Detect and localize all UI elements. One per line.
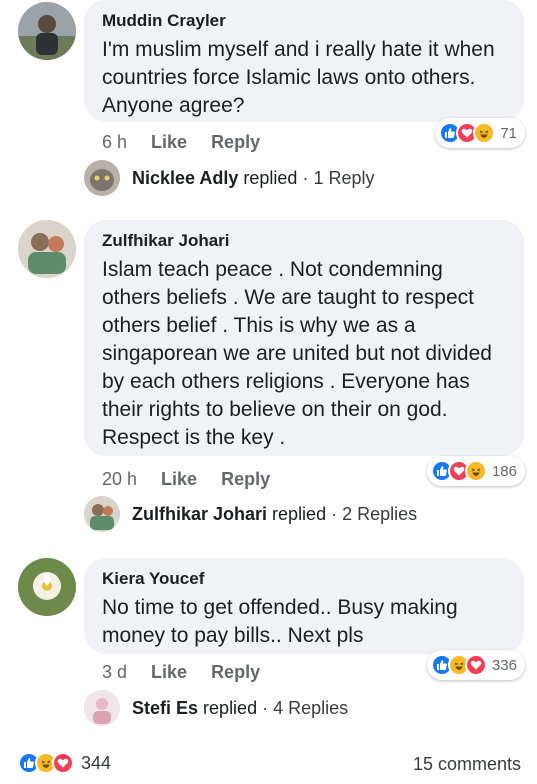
reply-button[interactable]: Reply: [211, 662, 260, 683]
comment-actions: 20 h Like Reply: [102, 469, 270, 490]
comment-time[interactable]: 3 d: [102, 662, 127, 683]
like-button[interactable]: Like: [161, 469, 197, 490]
comment-author[interactable]: Muddin Crayler: [102, 10, 506, 32]
avatar: [84, 160, 120, 196]
reply-count: 4 Replies: [273, 697, 349, 718]
comment-text: I'm muslim myself and i really hate it w…: [102, 38, 495, 117]
comment-text: Islam teach peace . Not condemning other…: [102, 258, 492, 449]
comment-actions: 6 h Like Reply: [102, 132, 260, 153]
like-button[interactable]: Like: [151, 132, 187, 153]
reactions-summary[interactable]: 336: [426, 650, 525, 680]
reply-button[interactable]: Reply: [221, 469, 270, 490]
post-reactions[interactable]: 344: [18, 752, 111, 774]
reaction-count: 336: [491, 656, 517, 674]
comment-actions: 3 d Like Reply: [102, 662, 260, 683]
reply-count: 1 Reply: [313, 167, 375, 188]
comment-time[interactable]: 20 h: [102, 469, 137, 490]
replier-name: Zulfhikar Johari: [132, 503, 268, 524]
avatar[interactable]: [18, 220, 76, 278]
replied-label: replied: [272, 503, 327, 524]
post-footer: 344 15 comments: [0, 750, 537, 780]
replier-name: Nicklee Adly: [132, 167, 239, 188]
reply-count: 2 Replies: [342, 503, 418, 524]
comment-bubble: Muddin Crayler I'm muslim myself and i r…: [84, 0, 524, 122]
replied-label: replied: [203, 697, 258, 718]
view-replies-link[interactable]: Zulfhikar Johari replied · 2 Replies: [84, 496, 417, 532]
avatar: [84, 690, 120, 726]
view-replies-link[interactable]: Nicklee Adly replied · 1 Reply: [84, 160, 375, 196]
comment-author[interactable]: Zulfhikar Johari: [102, 230, 506, 252]
reactions-summary[interactable]: 186: [426, 456, 525, 486]
reply-button[interactable]: Reply: [211, 132, 260, 153]
love-icon: [464, 654, 487, 676]
comment-text: No time to get offended.. Busy making mo…: [102, 596, 458, 647]
avatar[interactable]: [18, 2, 76, 60]
like-button[interactable]: Like: [151, 662, 187, 683]
love-icon: [52, 752, 74, 774]
comment-bubble: Zulfhikar Johari Islam teach peace . Not…: [84, 220, 524, 456]
haha-icon: [464, 460, 487, 482]
comment-bubble: Kiera Youcef No time to get offended.. B…: [84, 558, 524, 654]
comments-count-link[interactable]: 15 comments: [413, 754, 521, 775]
replier-name: Stefi Es: [132, 697, 199, 718]
replied-label: replied: [243, 167, 298, 188]
haha-icon: [473, 122, 496, 144]
avatar: [84, 496, 120, 532]
reaction-count: 186: [491, 462, 517, 480]
view-replies-link[interactable]: Stefi Es replied · 4 Replies: [84, 690, 348, 726]
reaction-total: 344: [81, 752, 112, 773]
comment-author[interactable]: Kiera Youcef: [102, 568, 506, 590]
reactions-summary[interactable]: 71: [435, 118, 525, 148]
reaction-count: 71: [500, 124, 517, 142]
avatar[interactable]: [18, 558, 76, 616]
comment-time[interactable]: 6 h: [102, 132, 127, 153]
